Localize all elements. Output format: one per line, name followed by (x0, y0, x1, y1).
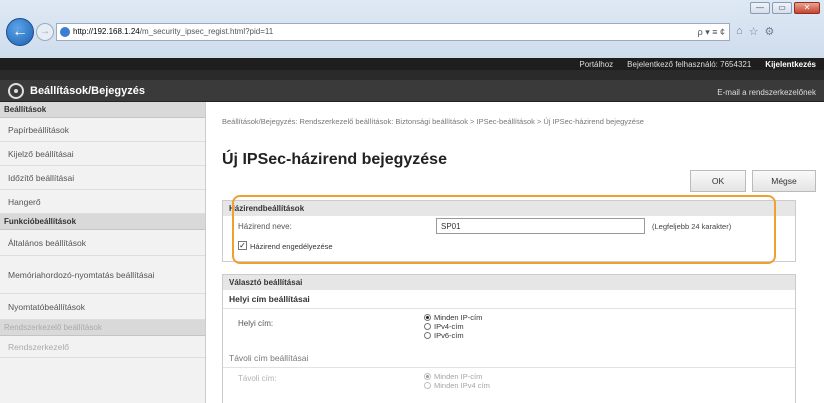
sidebar-section-function: Funkcióbeállítások (0, 214, 205, 230)
radio-selected-icon (424, 373, 431, 380)
sidebar-item-timer[interactable]: Időzítő beállításai (0, 166, 205, 190)
remote-address-options: Minden IP-cím Minden IPv4 cím (424, 372, 490, 390)
local-address-row: Helyi cím: Minden IP-cím IPv4-cím IPv6-c… (223, 309, 795, 349)
minimize-button[interactable]: — (750, 2, 770, 14)
close-button[interactable]: ✕ (794, 2, 820, 14)
maximize-button[interactable]: ▭ (772, 2, 792, 14)
settings-icon (8, 83, 24, 99)
remote-address-option-ipv4[interactable]: Minden IPv4 cím (424, 381, 490, 390)
sidebar-section-admin[interactable]: Rendszerkezelő beállítások (0, 320, 205, 336)
address-bar[interactable]: http://192.168.1.24/m_security_ipsec_reg… (56, 23, 730, 41)
favorites-icon[interactable]: ☆ (749, 25, 759, 38)
remote-address-label: Távoli cím: (238, 374, 277, 383)
sidebar-item-printer[interactable]: Nyomtatóbeállítások (0, 294, 205, 320)
app-title: Beállítások/Bejegyzés (30, 85, 145, 97)
local-address-option-ipv6[interactable]: IPv6-cím (424, 331, 482, 340)
radio-icon (424, 323, 431, 330)
tools-icon[interactable]: ⚙ (765, 25, 775, 38)
ok-button[interactable]: OK (690, 170, 746, 192)
local-address-option-all[interactable]: Minden IP-cím (424, 313, 482, 322)
selector-settings-heading: Választó beállításai (223, 275, 795, 290)
sidebar-item-general[interactable]: Általános beállítások (0, 230, 205, 256)
page-icon (60, 27, 70, 37)
action-buttons: OK Mégse (690, 170, 816, 192)
sidebar-item-paper[interactable]: Papírbeállítások (0, 118, 205, 142)
local-address-options: Minden IP-cím IPv4-cím IPv6-cím (424, 313, 482, 340)
forward-button[interactable]: → (36, 23, 54, 41)
sidebar-item-volume[interactable]: Hangerő (0, 190, 205, 214)
home-icon[interactable]: ⌂ (736, 25, 743, 38)
remote-address-row: Távoli cím: Minden IP-cím Minden IPv4 cí… (223, 368, 795, 398)
page-title: Új IPSec-házirend bejegyzése (222, 151, 447, 168)
remote-address-heading: Távoli cím beállításai (223, 349, 795, 368)
breadcrumb: Beállítások/Bejegyzés: Rendszerkezelő be… (222, 117, 644, 126)
sidebar-item-admin[interactable]: Rendszerkezelő (0, 336, 205, 358)
sidebar-section-settings: Beállítások (0, 102, 205, 118)
radio-icon (424, 332, 431, 339)
logged-in-user: Bejelentkező felhasználó: 7654321 (627, 60, 752, 69)
address-actions[interactable]: ρ ▾ ≡ ¢ (698, 24, 725, 40)
header-links: Portálhoz Bejelentkező felhasználó: 7654… (579, 60, 816, 69)
sidebar-item-media-print[interactable]: Memóriahordozó-nyomtatás beállításai (0, 256, 205, 294)
remote-address-option-all[interactable]: Minden IP-cím (424, 372, 490, 381)
highlight-frame (232, 195, 776, 264)
local-address-label: Helyi cím: (238, 319, 274, 328)
radio-selected-icon (424, 314, 431, 321)
url-text: http://192.168.1.24/m_security_ipsec_reg… (73, 27, 274, 36)
back-button[interactable]: ← (6, 18, 34, 46)
radio-icon (424, 382, 431, 389)
local-address-heading: Helyi cím beállításai (223, 290, 795, 309)
selector-settings-panel: Választó beállításai Helyi cím beállítás… (222, 274, 796, 403)
local-address-option-ipv4[interactable]: IPv4-cím (424, 322, 482, 331)
cancel-button[interactable]: Mégse (752, 170, 816, 192)
email-admin-link[interactable]: E-mail a rendszerkezelőnek (717, 88, 816, 97)
portal-link[interactable]: Portálhoz (579, 60, 613, 69)
window-controls: — ▭ ✕ (750, 2, 820, 14)
sidebar: Beállítások Papírbeállítások Kijelző beá… (0, 102, 206, 403)
browser-toolbar-icons: ⌂ ☆ ⚙ (736, 25, 774, 38)
logout-link[interactable]: Kijelentkezés (765, 60, 816, 69)
sidebar-item-display[interactable]: Kijelző beállításai (0, 142, 205, 166)
